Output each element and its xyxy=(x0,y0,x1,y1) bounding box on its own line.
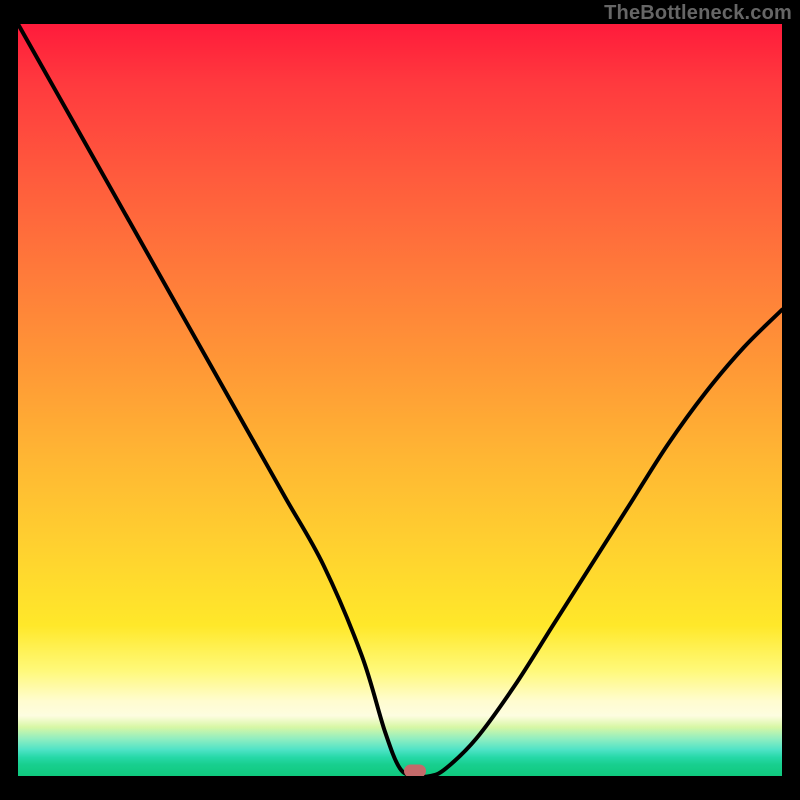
bottleneck-curve xyxy=(18,24,782,776)
plot-area xyxy=(18,24,782,776)
watermark-text: TheBottleneck.com xyxy=(604,2,792,25)
chart-stage: TheBottleneck.com xyxy=(0,0,800,800)
curve-path xyxy=(18,24,782,776)
min-marker xyxy=(404,765,426,777)
